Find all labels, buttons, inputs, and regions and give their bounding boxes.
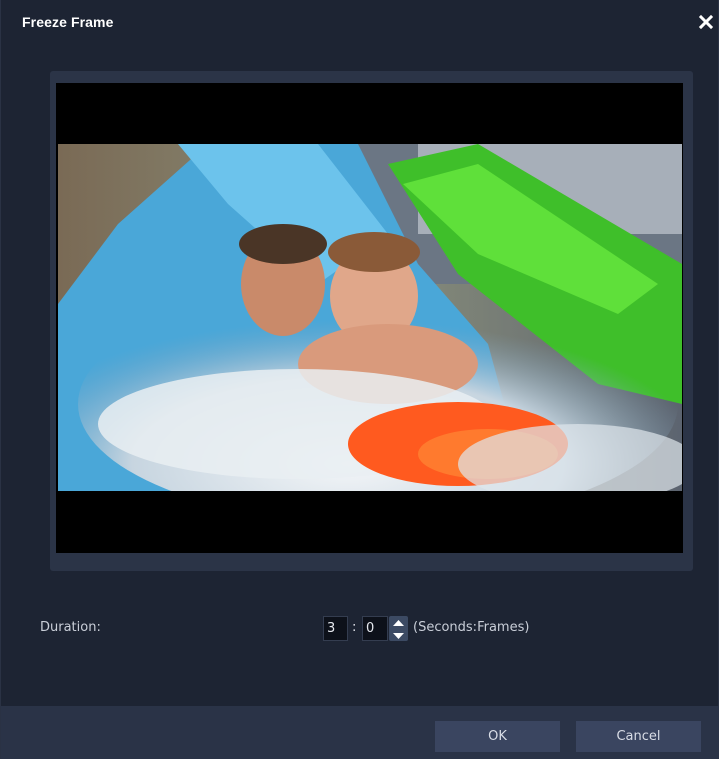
duration-format-hint: (Seconds:Frames) [413,620,530,635]
close-icon[interactable] [698,14,714,30]
increment-arrow-icon[interactable] [389,616,408,628]
video-frame-image [58,144,682,491]
ok-button[interactable]: OK [435,721,560,752]
decrement-arrow-icon[interactable] [389,629,408,641]
dialog-footer: OK Cancel [1,706,719,759]
dialog-title: Freeze Frame [22,14,114,30]
seconds-input[interactable]: 3 [323,616,348,641]
preview-panel [50,71,693,571]
frames-input[interactable]: 0 [362,616,388,641]
duration-label: Duration: [40,620,101,635]
spin-updown-icon[interactable] [389,616,408,641]
time-separator: : [352,620,357,635]
title-bar: Freeze Frame [1,0,719,46]
cancel-button[interactable]: Cancel [576,721,701,752]
freeze-frame-dialog: Freeze Frame Duration: 3: 0 (Seconds:Fr… [0,0,719,759]
video-preview [56,83,683,553]
